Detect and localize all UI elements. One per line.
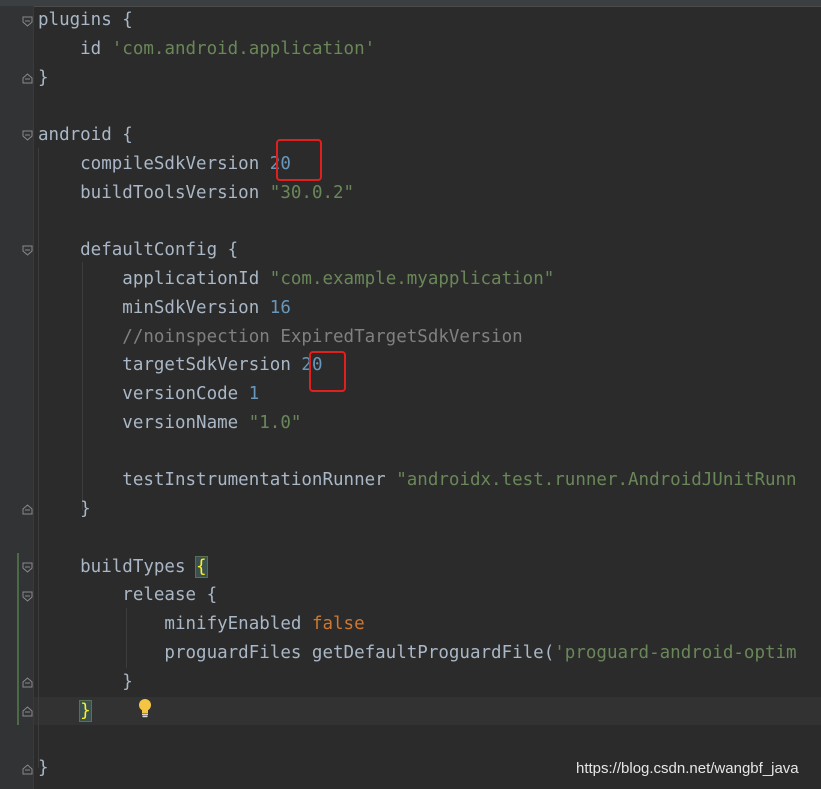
code-line[interactable]: applicationId "com.example.myapplication… <box>38 265 554 293</box>
string-literal: "com.example.myapplication" <box>269 269 555 289</box>
fold-marker-icon[interactable] <box>22 591 33 602</box>
string-literal: 'proguard-android-optim <box>554 643 797 663</box>
code-line[interactable]: versionCode 1 <box>38 380 259 408</box>
code-text: testInstrumentationRunner <box>38 470 397 490</box>
code-line[interactable]: buildTypes { <box>38 553 208 581</box>
code-text: applicationId <box>38 269 270 289</box>
code-line[interactable]: minifyEnabled false <box>38 610 365 638</box>
code-line[interactable]: targetSdkVersion 20 <box>38 351 322 379</box>
code-text: versionCode <box>38 384 249 404</box>
code-text: minSdkVersion <box>38 298 270 318</box>
code-line[interactable]: } <box>38 668 133 696</box>
code-text: buildTypes <box>38 557 197 577</box>
annotation-box <box>276 139 322 181</box>
code-text: minifyEnabled <box>38 614 312 634</box>
fold-marker-icon[interactable] <box>22 16 33 27</box>
code-line[interactable]: release { <box>38 581 217 609</box>
string-literal: "androidx.test.runner.AndroidJUnitRunn <box>396 470 797 490</box>
fold-marker-icon[interactable] <box>22 562 33 573</box>
code-line[interactable]: } <box>38 495 91 523</box>
code-line[interactable]: } <box>38 64 49 92</box>
code-text: } <box>38 68 49 88</box>
code-text: plugins { <box>38 10 133 30</box>
fold-marker-icon[interactable] <box>22 73 33 84</box>
code-line[interactable]: } <box>38 697 92 725</box>
watermark: https://blog.csdn.net/wangbf_java <box>576 760 799 777</box>
fold-marker-icon[interactable] <box>22 764 33 775</box>
vcs-change-marker <box>17 553 19 725</box>
code-line[interactable]: } <box>38 754 49 782</box>
code-text: defaultConfig { <box>38 240 239 260</box>
number-literal: 1 <box>248 384 260 404</box>
code-text: buildToolsVersion <box>38 183 270 203</box>
code-line[interactable]: plugins { <box>38 6 133 34</box>
code-line[interactable]: compileSdkVersion 20 <box>38 150 291 178</box>
code-text: id <box>38 39 112 59</box>
code-text: } <box>38 499 91 519</box>
code-text: proguardFiles getDefaultProguardFile( <box>38 643 555 663</box>
matched-brace: } <box>79 700 92 722</box>
code-text: } <box>38 672 133 692</box>
code-text: android { <box>38 125 133 145</box>
code-line[interactable]: id 'com.android.application' <box>38 35 375 63</box>
number-literal: 16 <box>269 298 291 318</box>
matched-brace: { <box>195 556 208 578</box>
code-line[interactable]: defaultConfig { <box>38 236 238 264</box>
code-text: release { <box>38 585 218 605</box>
code-line[interactable]: //noinspection ExpiredTargetSdkVersion <box>38 323 523 351</box>
string-literal: 'com.android.application' <box>111 39 376 59</box>
keyword-literal: false <box>311 614 365 634</box>
code-line[interactable]: buildToolsVersion "30.0.2" <box>38 179 354 207</box>
fold-marker-icon[interactable] <box>22 130 33 141</box>
string-literal: "1.0" <box>248 413 302 433</box>
fold-marker-icon[interactable] <box>22 245 33 256</box>
fold-marker-icon[interactable] <box>22 504 33 515</box>
code-line[interactable]: minSdkVersion 16 <box>38 294 291 322</box>
code-text: versionName <box>38 413 249 433</box>
code-text: } <box>38 758 49 778</box>
code-line[interactable]: testInstrumentationRunner "androidx.test… <box>38 466 797 494</box>
annotation-box <box>309 351 346 392</box>
fold-marker-icon[interactable] <box>22 677 33 688</box>
lightbulb-icon[interactable] <box>137 698 153 718</box>
code-line[interactable]: proguardFiles getDefaultProguardFile('pr… <box>38 639 797 667</box>
gutter-divider <box>33 6 34 789</box>
comment-text: //noinspection ExpiredTargetSdkVersion <box>38 327 523 347</box>
code-text: compileSdkVersion <box>38 154 270 174</box>
code-line[interactable]: versionName "1.0" <box>38 409 301 437</box>
code-text: targetSdkVersion <box>38 355 302 375</box>
fold-marker-icon[interactable] <box>22 706 33 717</box>
string-literal: "30.0.2" <box>269 183 355 203</box>
code-line[interactable]: android { <box>38 121 133 149</box>
